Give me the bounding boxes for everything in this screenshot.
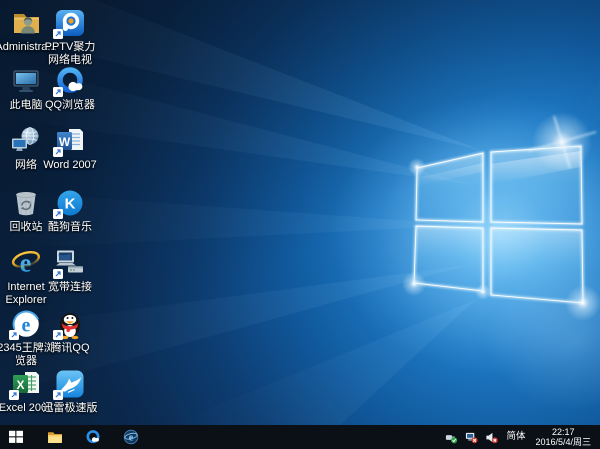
desktop-icon-label: 酷狗音乐: [48, 221, 92, 234]
shortcut-arrow-badge: [53, 390, 63, 400]
desktop-icon-thunder[interactable]: 迅雷极速版: [38, 367, 102, 415]
qq-browser-icon: [53, 64, 87, 98]
desktop-icon-label: 腾讯QQ: [50, 342, 89, 355]
desktop-icon-label: 迅雷极速版: [43, 402, 98, 415]
desktop-icon-tencent-qq[interactable]: 腾讯QQ: [38, 307, 102, 355]
shortcut-arrow-badge: [9, 390, 19, 400]
tencent-qq-icon: [53, 307, 87, 341]
taskbar: e: [0, 425, 600, 449]
pptv-icon: [53, 6, 87, 40]
shortcut-arrow-badge: [53, 29, 63, 39]
desktop-icon-pptv[interactable]: PPTV聚力 网络电视: [38, 6, 102, 66]
desktop-icon-qq-browser[interactable]: QQ浏览器: [38, 64, 102, 112]
shortcut-arrow-badge: [53, 87, 63, 97]
shortcut-arrow-badge: [53, 269, 63, 279]
e-browser-icon: e: [123, 429, 139, 445]
file-explorer-button[interactable]: [41, 425, 68, 449]
svg-text:e: e: [22, 315, 31, 337]
file-explorer-icon: [47, 429, 63, 445]
desktop-icon-word-2007[interactable]: W Word 2007: [38, 124, 102, 172]
qq-browser-icon: [85, 429, 101, 445]
desktop-icon-label: QQ浏览器: [45, 99, 95, 112]
start-button[interactable]: [2, 425, 29, 449]
kugou-music-icon: K: [53, 186, 87, 220]
shortcut-arrow-badge: [53, 330, 63, 340]
ime-indicator[interactable]: 简体: [504, 425, 527, 449]
word-icon: W: [53, 124, 87, 158]
desktop-icon-label: 网络: [15, 159, 37, 172]
desktop-icon-broadband[interactable]: 宽带连接: [38, 246, 102, 294]
desktop-icon-kugou-music[interactable]: K 酷狗音乐: [38, 186, 102, 234]
qq-browser-taskbar-button[interactable]: [79, 425, 106, 449]
volume-muted-icon[interactable]: [484, 430, 498, 444]
desktop-icon-label: PPTV聚力 网络电视: [38, 41, 102, 66]
clock-time: 22:17: [535, 427, 591, 437]
usb-safely-remove-icon[interactable]: [444, 430, 458, 444]
clock-date: 2016/5/4/周三: [535, 437, 591, 447]
desktop-icon-label: Word 2007: [43, 159, 97, 172]
windows-desktop: Administra... PPTV聚力 网络电视: [0, 0, 600, 449]
svg-text:K: K: [65, 196, 76, 213]
start-icon: [8, 429, 24, 445]
taskbar-clock[interactable]: 22:17 2016/5/4/周三: [533, 427, 593, 447]
broadband-icon: [53, 246, 87, 280]
desktop-icon-label: 宽带连接: [48, 281, 92, 294]
shortcut-arrow-badge: [53, 209, 63, 219]
e-browser-taskbar-button[interactable]: e: [117, 425, 144, 449]
system-tray: 简体 22:17 2016/5/4/周三: [444, 425, 600, 449]
shortcut-arrow-badge: [9, 330, 19, 340]
shortcut-arrow-badge: [53, 147, 63, 157]
network-disconnected-icon[interactable]: [464, 430, 478, 444]
thunder-icon: [53, 367, 87, 401]
